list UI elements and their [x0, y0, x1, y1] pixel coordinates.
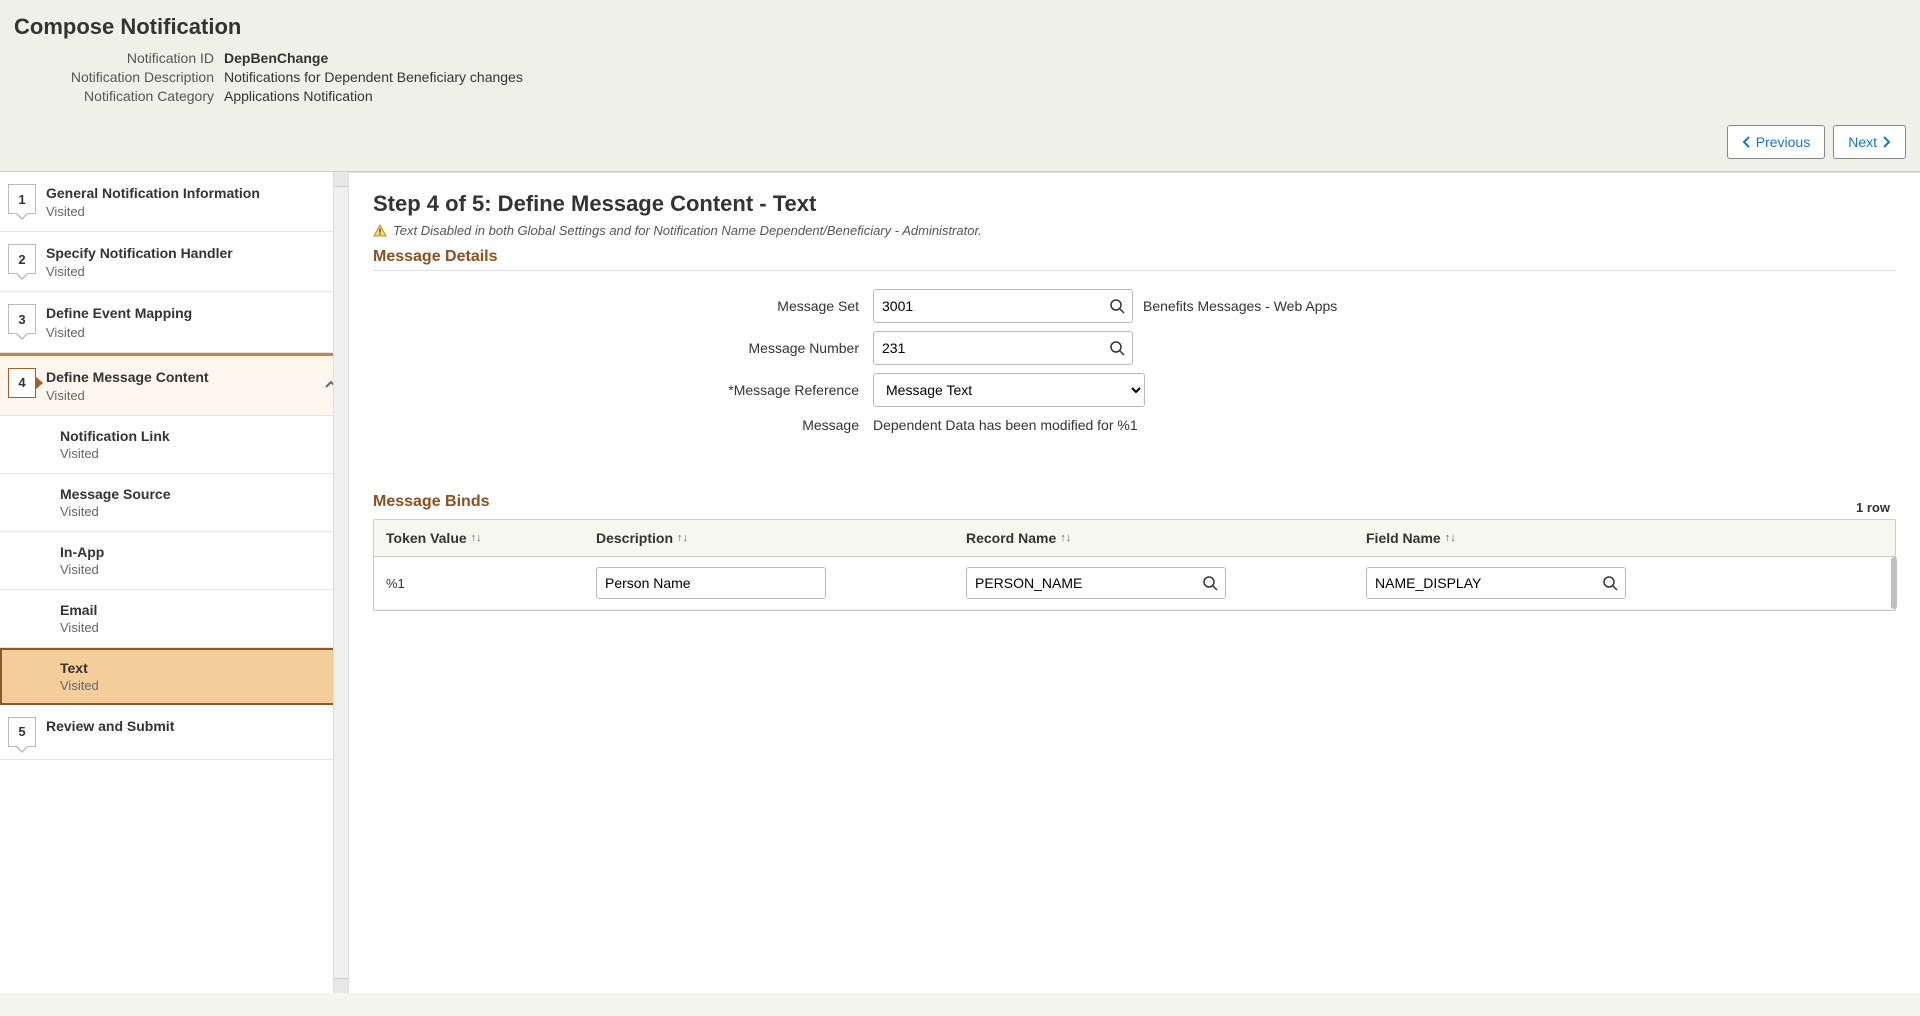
- sort-icon: ↑↓: [1060, 532, 1071, 544]
- header-field-name[interactable]: Field Name ↑↓: [1354, 520, 1895, 556]
- sidebar-item-title: Define Event Mapping: [46, 304, 338, 322]
- label-message: Message: [373, 417, 873, 433]
- lookup-icon[interactable]: [1109, 340, 1125, 356]
- sidebar-item-review-submit[interactable]: 5 Review and Submit: [0, 705, 348, 760]
- subitem-notification-link[interactable]: Notification Link Visited: [0, 416, 348, 474]
- sidebar-item-title: General Notification Information: [46, 184, 338, 202]
- subitem-message-source[interactable]: Message Source Visited: [0, 474, 348, 532]
- value-notification-desc: Notifications for Dependent Beneficiary …: [224, 69, 523, 85]
- header-token[interactable]: Token Value ↑↓: [374, 520, 584, 556]
- sidebar-item-status: Visited: [46, 388, 318, 403]
- record-name-input[interactable]: [966, 567, 1226, 599]
- lookup-icon[interactable]: [1202, 575, 1218, 591]
- sub-status: Visited: [60, 620, 338, 635]
- table-header: Token Value ↑↓ Description ↑↓ Record Nam…: [374, 520, 1895, 557]
- next-button[interactable]: Next: [1833, 125, 1906, 159]
- main-panel: Step 4 of 5: Define Message Content - Te…: [349, 172, 1920, 993]
- page-title: Compose Notification: [0, 0, 1920, 50]
- header-info: Notification ID DepBenChange Notificatio…: [0, 50, 1920, 115]
- message-set-input[interactable]: [873, 289, 1133, 323]
- previous-label: Previous: [1756, 134, 1810, 150]
- scroll-down-icon[interactable]: [334, 978, 348, 993]
- sort-icon: ↑↓: [677, 532, 688, 544]
- label-notification-desc: Notification Description: [14, 69, 224, 85]
- sidebar-item-status: Visited: [46, 264, 338, 279]
- step-badge: 5: [8, 717, 36, 747]
- warning-icon: [373, 224, 387, 238]
- sub-status: Visited: [60, 446, 338, 461]
- label-message-set: Message Set: [373, 298, 873, 314]
- step-badge: 3: [8, 304, 36, 334]
- message-reference-select[interactable]: Message Text: [873, 373, 1145, 407]
- label-notification-id: Notification ID: [14, 50, 224, 66]
- label-notification-cat: Notification Category: [14, 88, 224, 104]
- warning-row: Text Disabled in both Global Settings an…: [373, 223, 1896, 238]
- step-badge-active: 4: [8, 368, 36, 398]
- section-message-binds: Message Binds: [373, 493, 489, 515]
- sidebar-item-status: Visited: [46, 204, 338, 219]
- value-notification-id: DepBenChange: [224, 50, 328, 66]
- binds-table: Token Value ↑↓ Description ↑↓ Record Nam…: [373, 519, 1896, 611]
- nav-buttons: Previous Next: [0, 115, 1920, 171]
- sidebar-item-event-mapping[interactable]: 3 Define Event Mapping Visited: [0, 292, 348, 352]
- header-record-name[interactable]: Record Name ↑↓: [954, 520, 1354, 556]
- sidebar-item-general-info[interactable]: 1 General Notification Information Visit…: [0, 172, 348, 232]
- scroll-up-icon[interactable]: [334, 172, 348, 187]
- row-scroll-indicator[interactable]: [1891, 557, 1897, 609]
- sidebar-scrollbar[interactable]: [333, 172, 348, 993]
- chevron-right-icon: [1881, 136, 1891, 148]
- sub-title: Text: [60, 660, 338, 676]
- subitem-text[interactable]: Text Visited: [0, 648, 348, 705]
- sub-status: Visited: [60, 562, 338, 577]
- description-input[interactable]: [596, 567, 826, 599]
- next-label: Next: [1848, 134, 1877, 150]
- sidebar-item-title: Define Message Content: [46, 368, 318, 386]
- field-name-input[interactable]: [1366, 567, 1626, 599]
- header-description[interactable]: Description ↑↓: [584, 520, 954, 556]
- subitem-email[interactable]: Email Visited: [0, 590, 348, 648]
- row-count: 1 row: [1856, 500, 1890, 515]
- sidebar-item-handler[interactable]: 2 Specify Notification Handler Visited: [0, 232, 348, 292]
- step-badge: 1: [8, 184, 36, 214]
- label-message-reference: *Message Reference: [373, 382, 873, 398]
- previous-button[interactable]: Previous: [1727, 125, 1825, 159]
- lookup-icon[interactable]: [1602, 575, 1618, 591]
- sidebar-item-message-content[interactable]: 4 Define Message Content Visited: [0, 353, 348, 416]
- value-notification-cat: Applications Notification: [224, 88, 373, 104]
- section-message-details: Message Details: [373, 248, 1896, 271]
- wizard-sidebar: 1 General Notification Information Visit…: [0, 172, 349, 993]
- step-title: Step 4 of 5: Define Message Content - Te…: [373, 191, 1896, 217]
- sort-icon: ↑↓: [471, 532, 482, 544]
- message-number-input[interactable]: [873, 331, 1133, 365]
- sub-title: Email: [60, 602, 338, 618]
- sub-title: Message Source: [60, 486, 338, 502]
- sub-title: Notification Link: [60, 428, 338, 444]
- sidebar-item-title: Review and Submit: [46, 717, 338, 735]
- cell-token: %1: [374, 557, 584, 609]
- step-badge: 2: [8, 244, 36, 274]
- warning-text: Text Disabled in both Global Settings an…: [393, 223, 982, 238]
- sidebar-item-title: Specify Notification Handler: [46, 244, 338, 262]
- message-set-desc: Benefits Messages - Web Apps: [1143, 298, 1337, 314]
- message-value: Dependent Data has been modified for %1: [873, 417, 1138, 433]
- lookup-icon[interactable]: [1109, 298, 1125, 314]
- subitem-in-app[interactable]: In-App Visited: [0, 532, 348, 590]
- sub-status: Visited: [60, 678, 338, 693]
- table-row: %1: [374, 557, 1895, 610]
- sort-icon: ↑↓: [1445, 532, 1456, 544]
- sub-title: In-App: [60, 544, 338, 560]
- chevron-left-icon: [1742, 136, 1752, 148]
- label-message-number: Message Number: [373, 340, 873, 356]
- header-bar: Compose Notification Notification ID Dep…: [0, 0, 1920, 172]
- sub-status: Visited: [60, 504, 338, 519]
- sidebar-item-status: Visited: [46, 325, 338, 340]
